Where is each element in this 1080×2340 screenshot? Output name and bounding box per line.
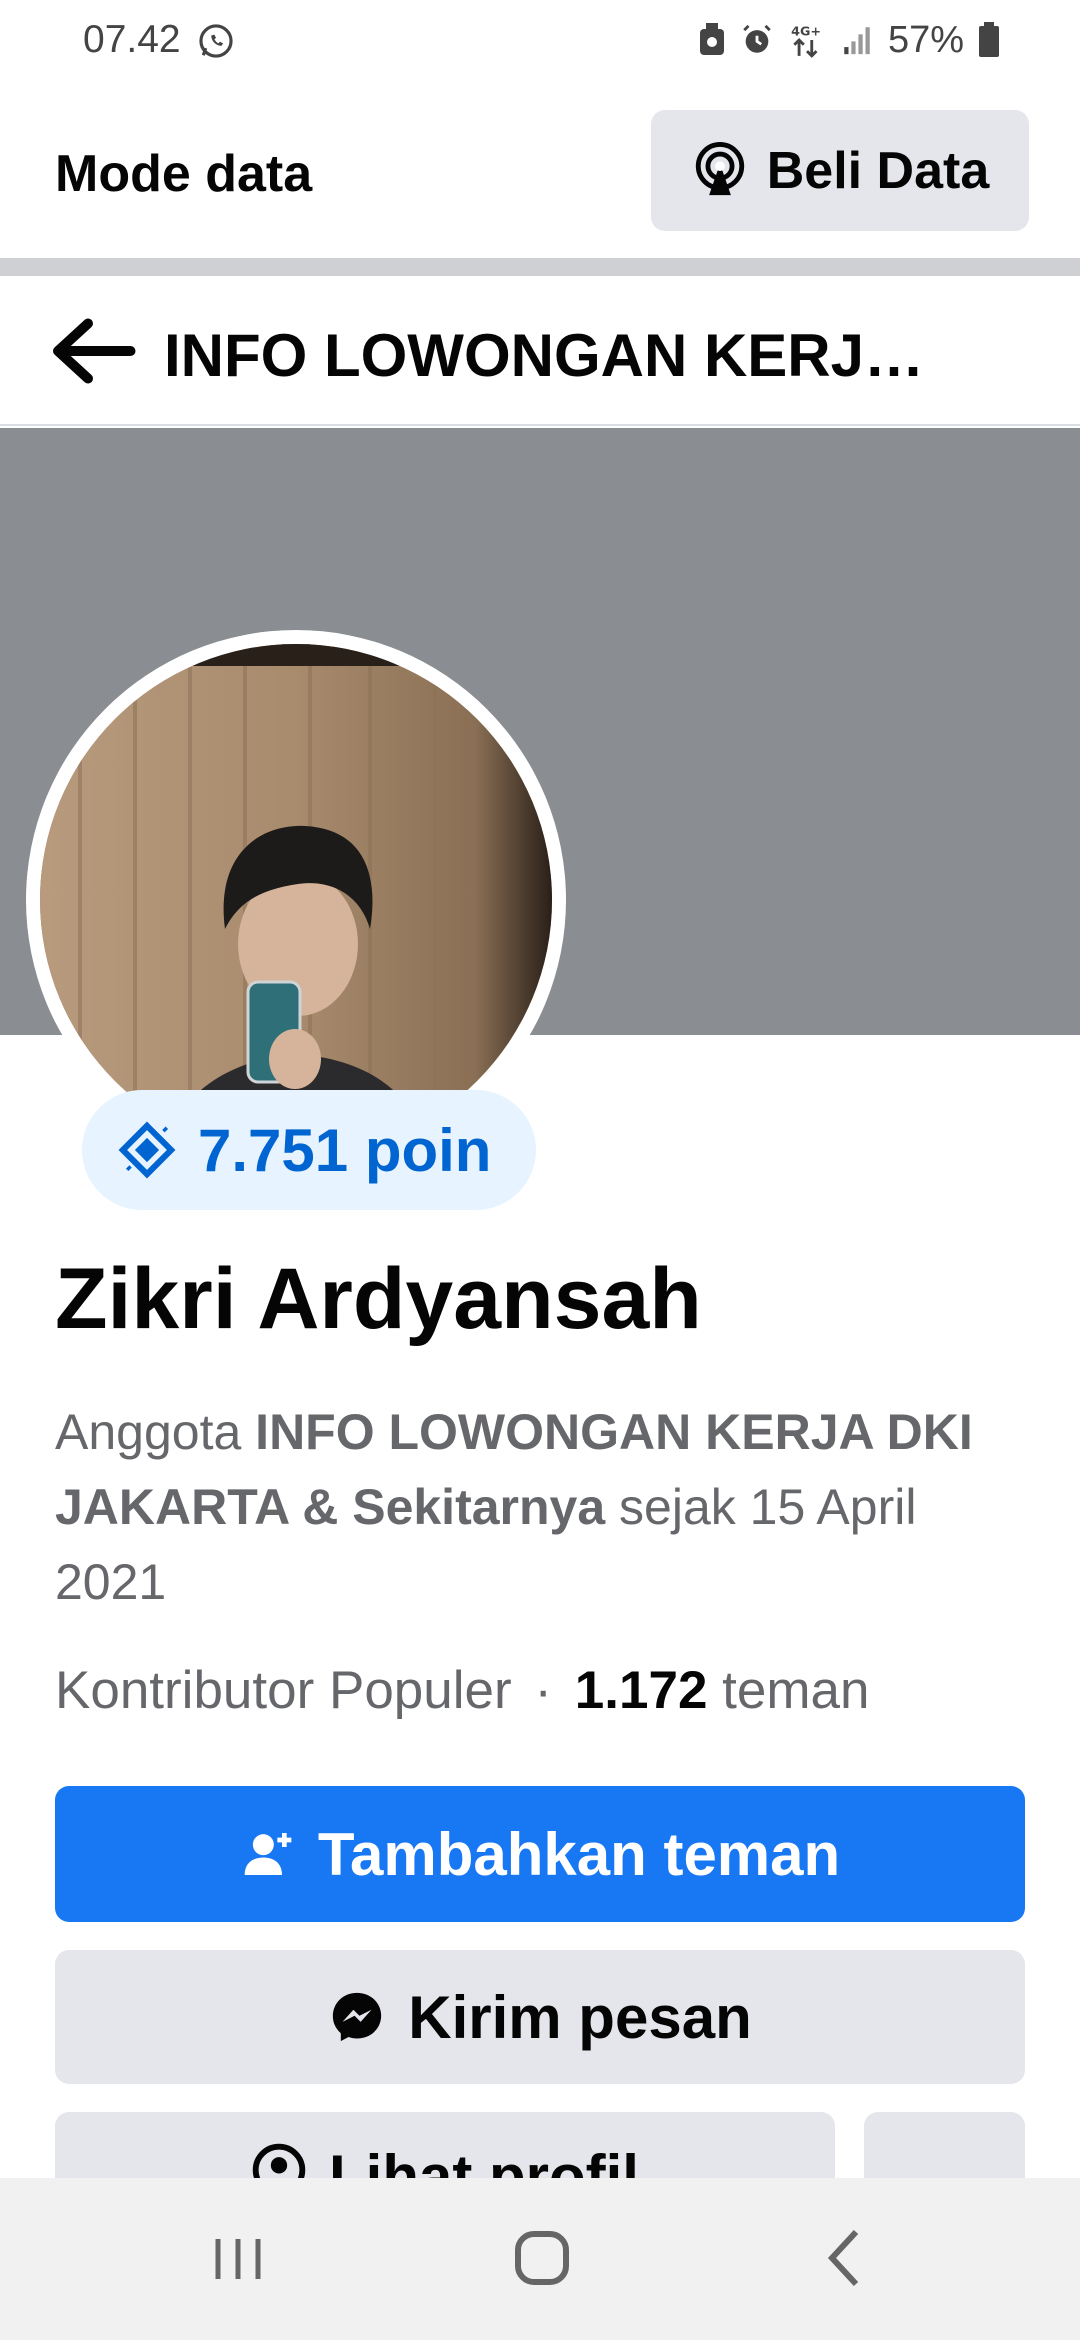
data-mode-title: Mode data	[55, 145, 313, 203]
system-back-icon[interactable]	[820, 2226, 868, 2290]
system-nav-bar	[0, 2178, 1080, 2340]
friends-label: teman	[722, 1661, 870, 1720]
add-friend-button[interactable]: Tambahkan teman	[55, 1786, 1025, 1922]
buy-data-label: Beli Data	[766, 141, 990, 200]
nav-header: INFO LOWONGAN KERJ…	[0, 276, 1080, 426]
stats-separator: ·	[534, 1661, 553, 1720]
back-arrow-icon[interactable]	[48, 316, 138, 386]
points-text: 7.751 poin	[198, 1116, 492, 1184]
network-4g-icon: 4G+	[791, 23, 821, 58]
status-icons: 4G+ 57%	[698, 18, 1000, 62]
battery-icon	[979, 22, 999, 57]
status-time: 07.42	[83, 18, 181, 61]
battery-percent: 57%	[887, 18, 964, 61]
role-label: Kontributor Populer	[55, 1661, 512, 1720]
cleaner-icon	[699, 23, 724, 55]
member-info: Anggota INFO LOWONGAN KERJA DKI JAKARTA …	[55, 1395, 1035, 1620]
messenger-icon	[333, 1992, 382, 2042]
svg-text:4G+: 4G+	[791, 23, 821, 38]
diamond-icon	[118, 1121, 176, 1179]
friends-count[interactable]: 1.172	[575, 1661, 708, 1720]
buy-data-button[interactable]: Beli Data	[651, 110, 1029, 231]
page-title: INFO LOWONGAN KERJ…	[164, 322, 924, 389]
add-friend-icon	[244, 1833, 292, 1875]
send-message-label: Kirim pesan	[408, 1983, 752, 2051]
member-prefix: Anggota	[55, 1404, 256, 1460]
profile-name: Zikri Ardyansah	[55, 1251, 702, 1347]
points-badge[interactable]: 7.751 poin	[82, 1090, 536, 1210]
status-bar: 07.42 4G+ 57%	[0, 0, 1080, 82]
recent-apps-icon[interactable]	[210, 2231, 266, 2287]
profile-stats: Kontributor Populer · 1.172 teman	[55, 1660, 869, 1721]
home-icon[interactable]	[510, 2226, 574, 2290]
broadcast-icon	[695, 141, 744, 195]
whatsapp-icon	[199, 24, 233, 58]
add-friend-label: Tambahkan teman	[317, 1820, 841, 1888]
signal-icon	[844, 27, 870, 55]
send-message-button[interactable]: Kirim pesan	[55, 1950, 1025, 2084]
avatar[interactable]	[40, 644, 552, 1156]
avatar-photo	[40, 644, 552, 1156]
alarm-icon	[743, 24, 771, 53]
section-divider	[0, 258, 1080, 276]
